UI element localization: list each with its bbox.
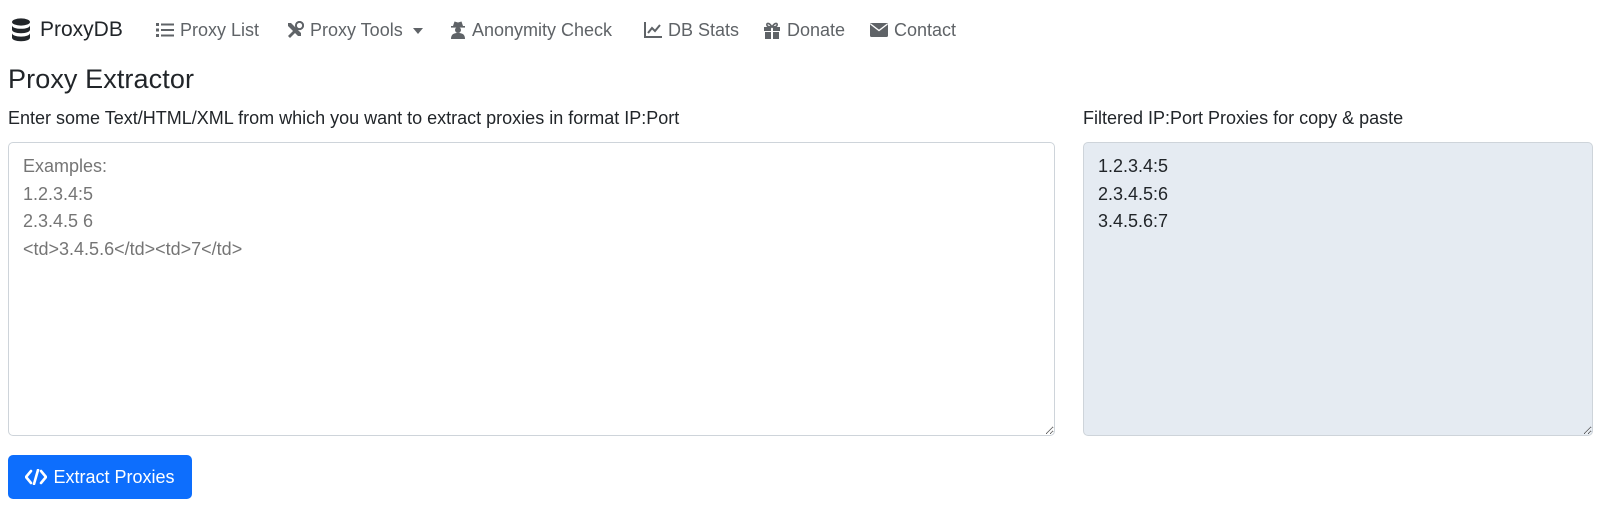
brand-link[interactable]: ProxyDB [11,14,123,46]
nav-item-label: Contact [894,19,957,40]
output-label: Filtered IP:Port Proxies for copy & past… [1083,108,1404,128]
nav-item-contact[interactable]: Contact [870,16,956,44]
nav-item-label: Proxy Tools [310,19,403,40]
nav-item-proxy-tools[interactable]: Proxy Tools [286,16,423,44]
list-icon [156,23,174,37]
proxy-input-textarea[interactable] [8,142,1055,436]
page-title: Proxy Extractor [8,64,195,94]
code-icon [25,469,48,485]
nav-item-proxy-list[interactable]: Proxy List [156,16,259,44]
envelope-icon [870,23,888,37]
extract-proxies-button[interactable]: Extract Proxies [8,455,192,499]
database-icon [12,18,30,42]
nav-item-label: Donate [787,19,846,40]
nav-item-db-stats[interactable]: DB Stats [644,16,739,44]
nav-item-donate[interactable]: Donate [763,16,845,44]
nav-item-label: Proxy List [180,19,260,40]
nav-item-label: DB Stats [668,19,740,40]
tools-icon [288,21,304,38]
user-secret-icon [451,21,465,39]
input-label: Enter some Text/HTML/XML from which you … [8,108,680,128]
chart-line-icon [644,22,662,38]
gift-icon [764,22,780,39]
brand-label: ProxyDB [40,18,123,41]
top-navbar: ProxyDB Proxy List Proxy Tools Anonymity… [0,0,1600,60]
filtered-proxies-output[interactable]: 1.2.3.4:5 2.3.4.5:6 3.4.5.6:7 [1083,142,1593,436]
chevron-down-icon [412,28,423,34]
nav-item-label: Anonymity Check [472,19,613,40]
nav-item-anonymity-check[interactable]: Anonymity Check [450,16,612,44]
extract-proxies-label: Extract Proxies [53,466,175,487]
